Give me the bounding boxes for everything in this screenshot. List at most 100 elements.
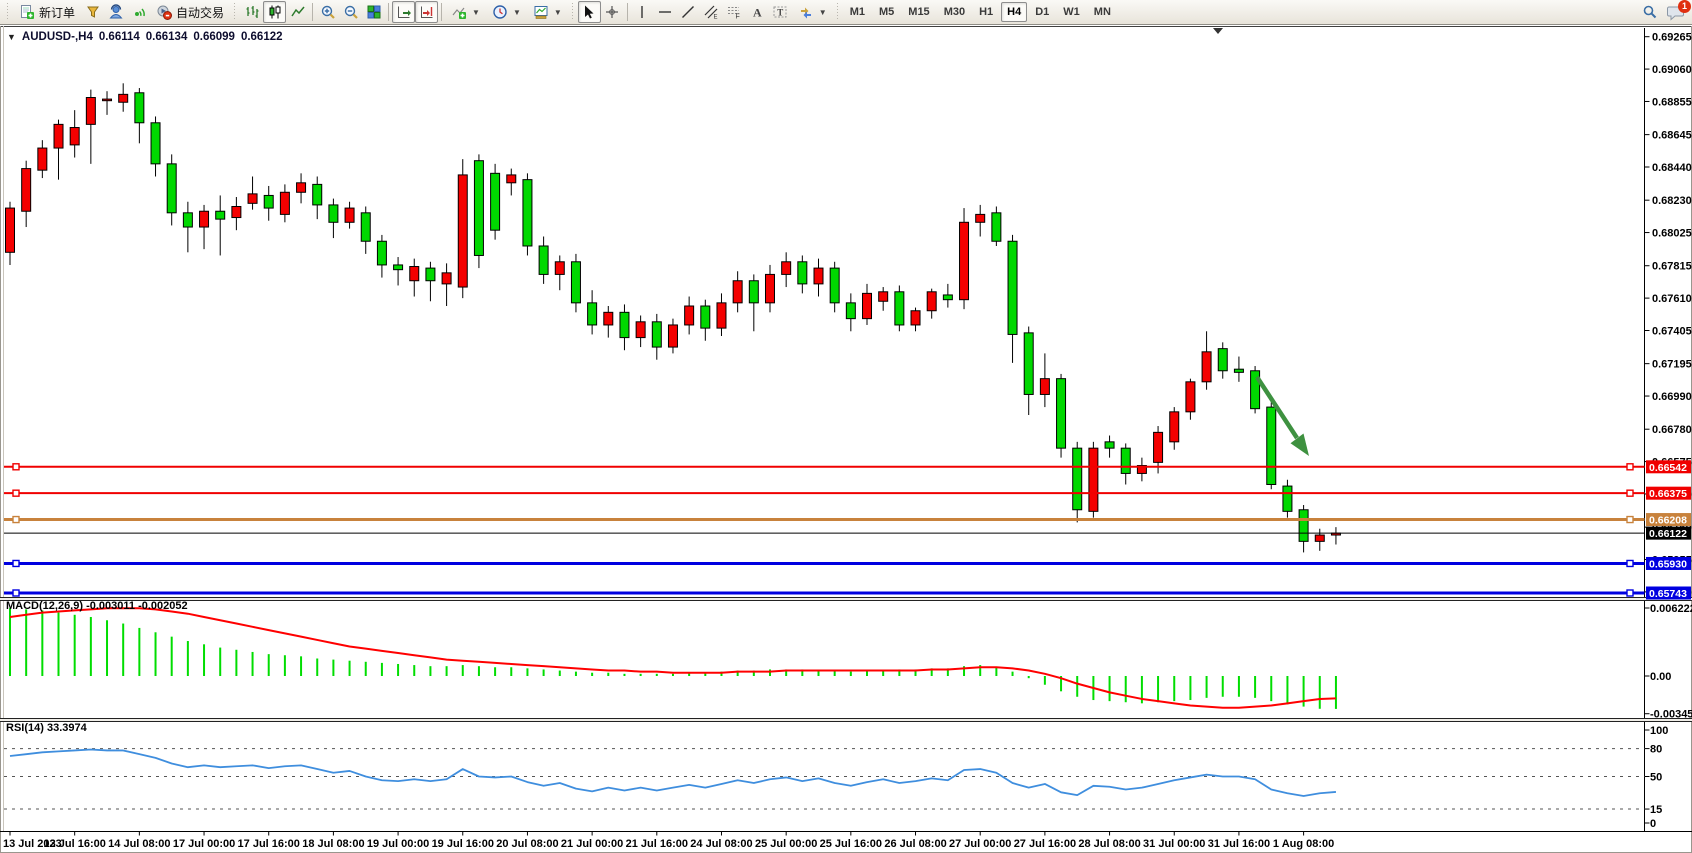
svg-text:0.66990: 0.66990 [1652,391,1692,403]
new-order-button[interactable]: 新订单 [13,1,81,23]
candlestick-icon [267,4,283,20]
vertical-line-icon [634,4,650,20]
line-handle[interactable] [13,590,19,596]
tile-windows-button[interactable] [362,1,385,23]
cursor-arrow-icon [581,4,597,20]
text-icon: A [749,4,765,20]
autotrading-button[interactable]: 自动交易 [150,1,230,23]
timeframe-button-h4[interactable]: H4 [1001,2,1027,22]
chart-canvas[interactable]: 0.692650.690600.688550.686450.684400.682… [0,26,1692,853]
crosshair-tool-button[interactable] [601,1,624,23]
timeframe-button-m15[interactable]: M15 [902,2,935,22]
market-watch-button[interactable] [81,1,104,23]
candlestick-mode-button[interactable] [263,1,286,23]
timeframe-button-m30[interactable]: M30 [938,2,971,22]
candle-body [1024,333,1033,395]
candle-body [1267,407,1276,484]
auto-scroll-icon [396,4,412,20]
periods-clock-icon [492,4,508,20]
candle-body [442,273,451,284]
candle-body [701,306,710,328]
zoom-out-icon [343,4,359,20]
timeframe-button-m5[interactable]: M5 [873,2,900,22]
toolbar-separator [441,3,442,21]
candle-body [960,222,969,299]
candle-body [604,312,613,325]
zoom-out-button[interactable] [339,1,362,23]
candle-body [507,175,516,183]
timeframe-button-d1[interactable]: D1 [1029,2,1055,22]
expert-advisors-button[interactable] [104,1,127,23]
text-label-icon: T [772,4,788,20]
timeframe-button-m1[interactable]: M1 [844,2,871,22]
autotrading-label: 自动交易 [176,4,224,21]
toolbar-grip [835,3,841,21]
line-handle[interactable] [13,560,19,566]
fibonacci-tool-button[interactable]: F [723,1,746,23]
svg-text:17 Jul 16:00: 17 Jul 16:00 [238,838,300,850]
candle-body [1105,442,1114,448]
candle-body [1040,379,1049,395]
window-list-icon[interactable]: ▼ [7,32,16,42]
svg-text:27 Jul 00:00: 27 Jul 00:00 [949,838,1011,850]
candle-body [523,180,532,246]
candle-body [135,93,144,123]
arrows-menu-button[interactable]: ▼ [792,1,833,23]
zoom-in-button[interactable] [316,1,339,23]
candle-body [119,94,128,102]
candle-body [620,312,629,337]
candle-body [911,311,920,325]
chart-root: 0.692650.690600.688550.686450.684400.682… [0,26,1692,853]
text-label-tool-button[interactable]: T [769,1,792,23]
signals-button[interactable] [127,1,150,23]
line-handle[interactable] [13,490,19,496]
svg-text:21 Jul 16:00: 21 Jul 16:00 [626,838,688,850]
line-handle[interactable] [1627,590,1633,596]
candle-body [1121,448,1130,473]
line-handle[interactable] [1627,517,1633,523]
svg-text:A: A [753,6,762,20]
candle-body [1218,349,1227,371]
periods-menu-button[interactable]: ▼ [486,1,527,23]
line-handle[interactable] [1627,464,1633,470]
line-chart-mode-button[interactable] [286,1,309,23]
indicators-menu-button[interactable]: ▼ [445,1,486,23]
svg-text:17 Jul 00:00: 17 Jul 00:00 [173,838,235,850]
horizontal-line-tool-button[interactable] [654,1,677,23]
svg-text:0.67195: 0.67195 [1652,359,1692,371]
bar-chart-mode-button[interactable] [240,1,263,23]
line-handle[interactable] [13,517,19,523]
equidistant-channel-icon: E [703,4,719,20]
svg-text:15: 15 [1650,804,1662,816]
toolbar-grip [232,3,238,21]
timeframe-button-w1[interactable]: W1 [1057,2,1086,22]
search-button[interactable] [1638,1,1661,23]
notifications-widget[interactable]: 1 [1667,4,1685,21]
cursor-tool-button[interactable] [578,1,601,23]
timeframe-button-mn[interactable]: MN [1088,2,1117,22]
line-handle[interactable] [1627,490,1633,496]
auto-scroll-button[interactable] [392,1,415,23]
line-handle[interactable] [13,464,19,470]
chart-shift-button[interactable] [415,1,438,23]
trendline-tool-button[interactable] [677,1,700,23]
svg-text:1 Aug 08:00: 1 Aug 08:00 [1273,838,1334,850]
svg-text:14 Jul 08:00: 14 Jul 08:00 [108,838,170,850]
candle-body [103,99,112,101]
svg-text:50: 50 [1650,772,1662,784]
svg-text:80: 80 [1650,744,1662,756]
templates-menu-button[interactable]: ▼ [527,1,568,23]
timeframe-button-h1[interactable]: H1 [973,2,999,22]
text-tool-button[interactable]: A [746,1,769,23]
arrows-shapes-icon [798,4,814,20]
candle-body [1283,486,1292,511]
candle-body [167,164,176,213]
line-handle[interactable] [1627,560,1633,566]
channel-tool-button[interactable]: E [700,1,723,23]
main-toolbar: 新订单 自动交易 [0,0,1692,25]
new-order-icon [19,4,35,20]
candle-body [814,268,823,284]
chart-open: 0.66114 [99,31,140,43]
vertical-line-tool-button[interactable] [631,1,654,23]
candle-body [717,303,726,328]
